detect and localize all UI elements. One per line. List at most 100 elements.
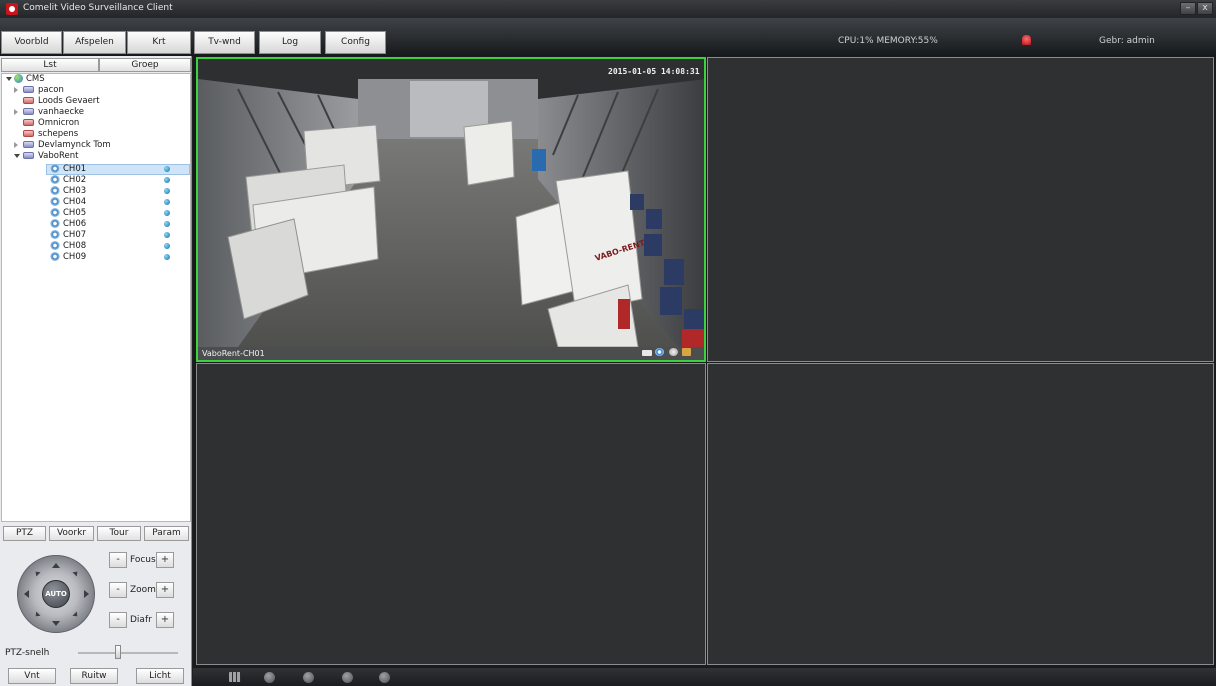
channel-status-dot-icon: [164, 232, 170, 238]
menu-voorbld-button[interactable]: Voorbld: [1, 31, 62, 54]
cpu-memory-status: CPU:1% MEMORY:55%: [838, 36, 938, 46]
tab-ptz[interactable]: PTZ: [3, 526, 46, 541]
zoom-label: Zoom: [130, 585, 156, 595]
menu-afspelen-button[interactable]: Afspelen: [63, 31, 126, 54]
video-pane-3[interactable]: [196, 363, 706, 665]
tree-node-vanhaecke[interactable]: vanhaecke: [14, 107, 174, 117]
camera-channel-icon: [50, 208, 60, 217]
layout-grid-icon[interactable]: [229, 672, 241, 682]
pan-up-icon[interactable]: [52, 563, 60, 568]
channel-label: CH04: [63, 197, 87, 207]
alarm-icon[interactable]: [1022, 35, 1031, 45]
osd-timestamp: 2015-01-05 14:08:31: [608, 67, 700, 76]
ptz-speed-slider[interactable]: [78, 652, 178, 654]
channel-label: CH07: [63, 230, 87, 240]
dvr-offline-icon: [23, 97, 34, 104]
tree-channel-ch05[interactable]: CH05: [46, 208, 190, 218]
device-tree[interactable]: CMS pacon Loods Gevaert vanhaecke Omnicr…: [1, 73, 191, 522]
collapse-arrow-icon[interactable]: [14, 87, 18, 93]
ptz-auto-button[interactable]: AUTO: [42, 580, 70, 608]
pane-camera-label: VaboRent-CH01: [202, 349, 265, 358]
tab-tour[interactable]: Tour: [97, 526, 141, 541]
channel-label: CH05: [63, 208, 87, 218]
minimize-button[interactable]: –: [1180, 2, 1196, 15]
tab-list[interactable]: Lst: [1, 58, 99, 72]
iris-plus-button[interactable]: +: [156, 612, 174, 628]
ptz-speed-thumb[interactable]: [115, 645, 121, 659]
title-bar: Comelit Video Surveillance Client – x: [0, 0, 1216, 18]
comelit-logo-icon: [6, 3, 18, 15]
tree-node-label: Omnicron: [38, 118, 80, 128]
expand-arrow-icon[interactable]: [14, 154, 20, 158]
camera-channel-icon: [50, 219, 60, 228]
focus-minus-button[interactable]: -: [109, 552, 127, 568]
dvr-offline-icon: [23, 130, 34, 137]
camera-channel-icon: [50, 241, 60, 250]
dvr-offline-icon: [23, 119, 34, 126]
prev-icon[interactable]: [303, 672, 314, 683]
camera-channel-icon: [50, 164, 60, 173]
dvr-icon: [23, 141, 34, 148]
tree-node-pacon[interactable]: pacon: [14, 85, 174, 95]
tree-channel-ch01[interactable]: CH01: [46, 164, 190, 174]
channel-status-dot-icon: [164, 199, 170, 205]
zoom-plus-button[interactable]: +: [156, 582, 174, 598]
light-button[interactable]: Licht: [136, 668, 184, 684]
tab-param[interactable]: Param: [144, 526, 189, 541]
channel-status-dot-icon: [164, 221, 170, 227]
video-pane-4[interactable]: [707, 363, 1214, 665]
dvr-icon: [23, 152, 34, 159]
tree-node-loods-gevaert[interactable]: Loods Gevaert: [14, 96, 174, 106]
dvr-icon: [23, 86, 34, 93]
pan-down-icon[interactable]: [52, 621, 60, 626]
pan-left-icon[interactable]: [24, 590, 29, 598]
tree-channel-ch06[interactable]: CH06: [46, 219, 190, 229]
wiper-button[interactable]: Ruitw: [70, 668, 118, 684]
device-panel: Lst Groep CMS pacon Loods Gevaert vanhae…: [0, 56, 192, 686]
record-camera-icon[interactable]: [642, 350, 652, 356]
snapshot-icon[interactable]: [669, 348, 678, 356]
tree-node-schepens[interactable]: schepens: [14, 129, 174, 139]
tree-node-omnicron[interactable]: Omnicron: [14, 118, 174, 128]
tree-channel-ch07[interactable]: CH07: [46, 230, 190, 240]
tree-channel-ch08[interactable]: CH08: [46, 241, 190, 251]
pan-right-icon[interactable]: [84, 590, 89, 598]
close-button[interactable]: x: [1197, 2, 1213, 15]
tree-channel-ch04[interactable]: CH04: [46, 197, 190, 207]
channel-label: CH09: [63, 252, 87, 262]
camera-channel-icon: [50, 186, 60, 195]
collapse-arrow-icon[interactable]: [14, 109, 18, 115]
menu-krt-button[interactable]: Krt: [127, 31, 191, 54]
menu-config-button[interactable]: Config: [325, 31, 386, 54]
video-pane-2[interactable]: [707, 57, 1214, 362]
focus-plus-button[interactable]: +: [156, 552, 174, 568]
ventilator-button[interactable]: Vnt: [8, 668, 56, 684]
tab-group[interactable]: Groep: [99, 58, 191, 72]
user-status: Gebr: admin: [1099, 36, 1155, 46]
tree-node-vaborent[interactable]: VaboRent: [14, 151, 174, 161]
expand-arrow-icon[interactable]: [6, 77, 12, 81]
next-icon[interactable]: [342, 672, 353, 683]
channel-status-dot-icon: [164, 166, 170, 172]
menu-tv-wnd-button[interactable]: Tv-wnd: [194, 31, 255, 54]
zoom-minus-button[interactable]: -: [109, 582, 127, 598]
focus-label: Focus: [130, 555, 156, 565]
channel-label: CH01: [63, 164, 87, 174]
collapse-arrow-icon[interactable]: [14, 142, 18, 148]
video-pane-1[interactable]: VABO-RENT 2015-01-05 14:08:31 VaboRent-C…: [196, 57, 706, 362]
tree-node-cms[interactable]: CMS: [6, 74, 126, 84]
snapshot-icon[interactable]: [264, 672, 275, 683]
tab-voorkr[interactable]: Voorkr: [49, 526, 94, 541]
video-toolbar: [193, 668, 1216, 686]
camera-channel-icon: [50, 230, 60, 239]
audio-icon[interactable]: [682, 348, 691, 356]
tree-channel-ch03[interactable]: CH03: [46, 186, 190, 196]
ptz-speed-label: PTZ-snelh: [5, 648, 50, 658]
menu-log-button[interactable]: Log: [259, 31, 321, 54]
tree-channel-ch02[interactable]: CH02: [46, 175, 190, 185]
tree-channel-ch09[interactable]: CH09: [46, 252, 190, 262]
live-status-icon[interactable]: [655, 348, 664, 356]
stop-icon[interactable]: [379, 672, 390, 683]
tree-node-devlamynck-tom[interactable]: Devlamynck Tom: [14, 140, 174, 150]
iris-minus-button[interactable]: -: [109, 612, 127, 628]
